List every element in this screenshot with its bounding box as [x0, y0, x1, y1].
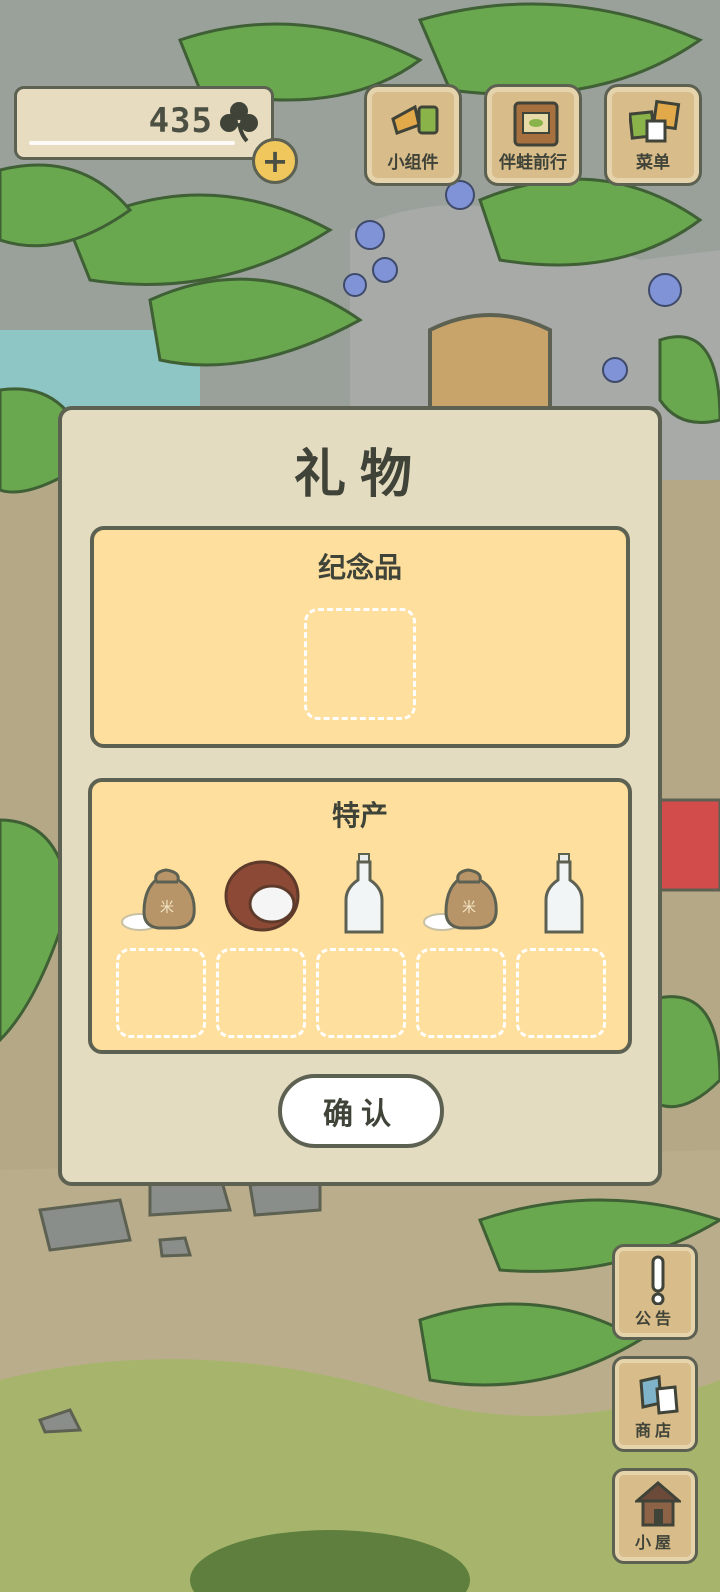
coconut-icon[interactable]: [222, 854, 306, 938]
exclamation-icon: [651, 1255, 665, 1305]
clover-count: 435: [148, 101, 213, 141]
svg-text:米: 米: [462, 900, 476, 916]
specialty-slot[interactable]: [516, 948, 606, 1038]
souvenir-panel: 纪念品: [90, 526, 630, 748]
house-icon: [635, 1481, 681, 1527]
bottle-icon[interactable]: [322, 852, 406, 936]
shop-button[interactable]: 商店: [612, 1356, 698, 1452]
dialog-title: 礼物: [293, 445, 426, 505]
menu-label: 菜单: [636, 153, 670, 173]
clover-icon: [220, 102, 258, 143]
shop-bags-icon: [639, 1375, 679, 1415]
travel-book-label: 伴蛙前行: [499, 153, 567, 173]
travel-book-button[interactable]: 伴蛙前行: [484, 84, 582, 186]
specialty-panel: 特产 米 米: [88, 778, 632, 1054]
svg-text:米: 米: [160, 900, 174, 916]
shop-label: 商店: [634, 1421, 675, 1440]
house-button[interactable]: 小屋: [612, 1468, 698, 1564]
widget-label: 小组件: [387, 153, 439, 173]
menu-cards-icon: [629, 99, 681, 143]
souvenir-slot[interactable]: [304, 608, 416, 720]
gift-dialog: 礼物 纪念品 特产 米 米 确认: [58, 406, 662, 1186]
specialty-slot[interactable]: [316, 948, 406, 1038]
notice-button[interactable]: 公告: [612, 1244, 698, 1340]
souvenir-title: 纪念品: [317, 551, 402, 584]
widget-icon: [391, 104, 439, 135]
clover-bar: [29, 141, 235, 145]
add-clover-button[interactable]: +: [252, 138, 298, 184]
confirm-button[interactable]: 确认: [278, 1074, 444, 1148]
plus-icon: +: [261, 142, 289, 180]
specialty-title: 特产: [331, 799, 388, 832]
rice-sack-icon[interactable]: 米: [120, 856, 204, 940]
specialty-slot[interactable]: [416, 948, 506, 1038]
rice-sack-icon[interactable]: 米: [422, 856, 506, 940]
widget-button[interactable]: 小组件: [364, 84, 462, 186]
menu-button[interactable]: 菜单: [604, 84, 702, 186]
book-icon: [513, 101, 559, 147]
specialty-slot[interactable]: [116, 948, 206, 1038]
notice-label: 公告: [634, 1309, 675, 1328]
bottle-icon[interactable]: [522, 852, 606, 936]
specialty-slot[interactable]: [216, 948, 306, 1038]
clover-counter: 435: [14, 86, 274, 160]
house-label: 小屋: [634, 1533, 675, 1552]
